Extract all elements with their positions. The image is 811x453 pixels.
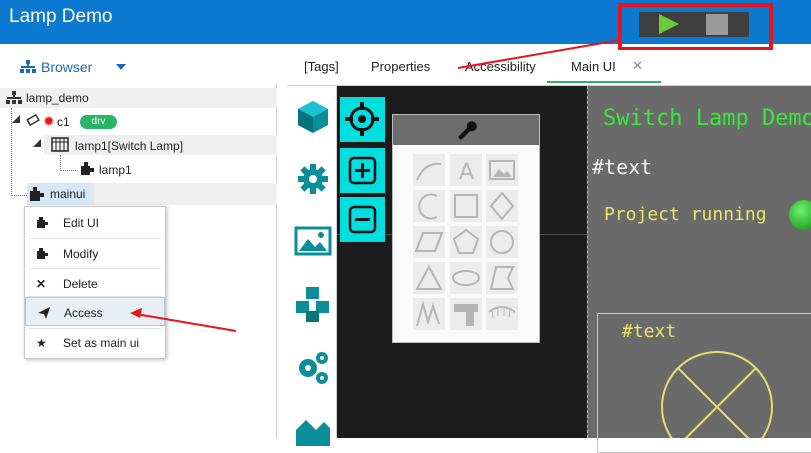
minus-icon — [348, 205, 377, 234]
pipe-tool-icon[interactable] — [450, 298, 482, 330]
plug-icon — [26, 113, 40, 127]
screen-title[interactable]: Switch Lamp Demo — [603, 106, 811, 131]
stop-icon[interactable] — [706, 14, 728, 35]
triangle-tool-icon[interactable] — [413, 262, 445, 294]
locate-tool-button[interactable] — [340, 97, 385, 142]
tree-line — [60, 170, 76, 171]
caret-icon[interactable] — [31, 139, 45, 149]
driver-badge: drv — [80, 115, 117, 129]
puzzle-icon — [30, 187, 44, 201]
tree-group-label[interactable]: lamp1[Switch Lamp] — [75, 139, 183, 153]
image-icon[interactable] — [294, 222, 332, 260]
browser-label[interactable]: Browser — [41, 59, 92, 75]
parallelogram-tool-icon[interactable] — [413, 226, 445, 258]
gears-icon[interactable] — [294, 348, 332, 386]
app-title: Lamp Demo — [9, 6, 113, 27]
menu-item-label: Access — [64, 306, 103, 320]
tab-accessibility[interactable]: Accessibility — [465, 59, 536, 74]
sitemap-icon — [6, 91, 22, 104]
zigzag-tool-icon[interactable] — [413, 298, 445, 330]
circle-tool-icon[interactable] — [486, 226, 518, 258]
menu-item-edit-ui[interactable]: Edit UI — [25, 208, 165, 237]
run-controls — [639, 12, 749, 37]
menu-item-label: Delete — [63, 277, 98, 291]
menu-item-label: Modify — [63, 247, 99, 261]
tree-driver-label[interactable]: c1 — [57, 115, 70, 129]
menu-item-label: Set as main ui — [63, 336, 140, 350]
wrench-icon — [458, 121, 477, 140]
zoom-out-button[interactable] — [340, 197, 385, 242]
image-tool-icon[interactable] — [486, 154, 518, 186]
boxes-icon[interactable] — [294, 285, 332, 323]
menu-item-access[interactable]: Access — [25, 297, 165, 326]
caret-icon[interactable] — [10, 115, 24, 125]
toolbox-header[interactable] — [393, 115, 539, 145]
puzzle-icon — [37, 248, 48, 259]
menu-item-delete[interactable]: ✕ Delete — [25, 269, 165, 298]
crosshair-icon — [345, 102, 379, 136]
text-tool-icon[interactable]: A — [450, 154, 482, 186]
arc-tool-icon[interactable] — [413, 190, 445, 222]
tab-tags[interactable]: [Tags] — [304, 59, 339, 74]
gauge-tool-icon[interactable] — [486, 298, 518, 330]
screen-boundary — [587, 86, 589, 438]
send-icon — [38, 307, 50, 319]
plus-icon — [348, 156, 377, 185]
status-led[interactable] — [789, 200, 811, 230]
tree-ui-label[interactable]: mainui — [50, 187, 85, 201]
star-icon: ★ — [36, 336, 47, 350]
sitemap-icon — [20, 60, 36, 73]
curve-tool-icon[interactable] — [413, 154, 445, 186]
tab-properties[interactable]: Properties — [371, 59, 430, 74]
lamp-icon[interactable] — [660, 350, 780, 438]
context-menu: Edit UI Modify ✕ Delete Access ★ Set as … — [24, 206, 166, 359]
table-icon — [51, 137, 69, 152]
rectangle-tool-icon[interactable] — [450, 190, 482, 222]
lamp-text-label[interactable]: #text — [622, 321, 676, 342]
tree-root-label[interactable]: lamp_demo — [26, 91, 89, 105]
menu-item-set-main[interactable]: ★ Set as main ui — [25, 328, 165, 357]
cube-icon[interactable] — [294, 98, 332, 136]
zoom-in-button[interactable] — [340, 148, 385, 193]
area-chart-icon[interactable] — [294, 410, 332, 448]
tree-leaf-label[interactable]: lamp1 — [99, 163, 132, 177]
screen-running-label[interactable]: Project running — [604, 204, 767, 225]
close-icon[interactable]: ✕ — [632, 58, 643, 74]
tree-line — [60, 155, 61, 171]
play-icon[interactable] — [659, 14, 679, 34]
screen-text-label[interactable]: #text — [592, 155, 652, 179]
tree-line — [11, 195, 27, 196]
tab-main-ui[interactable]: Main UI — [571, 59, 616, 74]
puzzle-icon — [81, 162, 94, 175]
diamond-tool-icon[interactable] — [486, 190, 518, 222]
pentagon-tool-icon[interactable] — [450, 226, 482, 258]
puzzle-icon — [37, 217, 48, 228]
active-tab-indicator — [547, 81, 661, 83]
close-icon: ✕ — [36, 277, 47, 291]
polygon-tool-icon[interactable] — [486, 262, 518, 294]
menu-item-modify[interactable]: Modify — [25, 239, 165, 268]
menu-item-label: Edit UI — [63, 216, 100, 230]
svg-text:A: A — [459, 160, 474, 185]
gear-icon: ✹ — [43, 113, 55, 129]
chevron-down-icon[interactable] — [116, 63, 126, 71]
ellipse-tool-icon[interactable] — [450, 262, 482, 294]
gear-icon[interactable] — [294, 160, 332, 198]
